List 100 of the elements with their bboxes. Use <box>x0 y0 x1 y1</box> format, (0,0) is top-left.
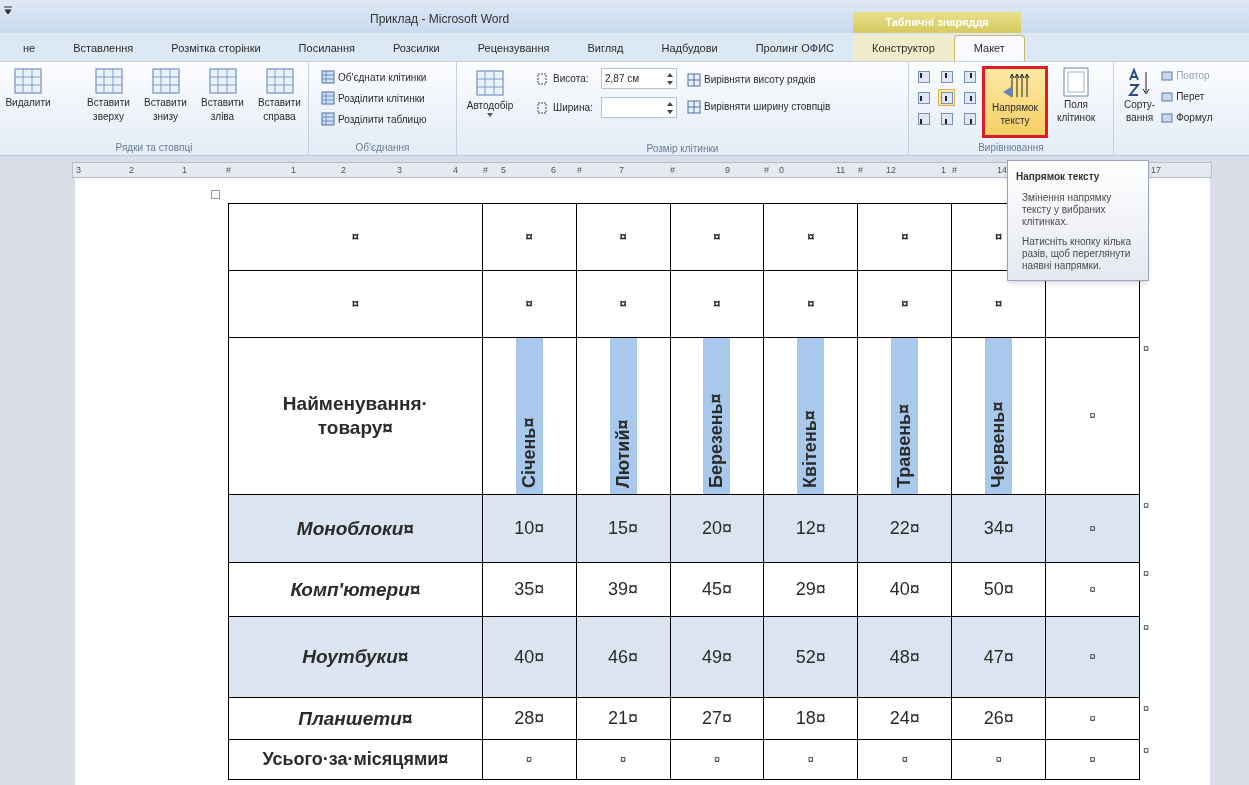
text-direction-button[interactable]: Напрямок тексту <box>982 66 1048 138</box>
align-button[interactable] <box>961 110 978 127</box>
cell-text: 34¤ <box>983 517 1014 540</box>
table-icon <box>475 68 505 98</box>
ribbon-tab[interactable]: Надбудови <box>642 35 737 61</box>
cell-text: Комп'ютери¤ <box>290 577 421 602</box>
cell-text: ¤ <box>1089 752 1096 767</box>
ribbon-button[interactable]: Розділити клітинки <box>321 89 456 107</box>
ruler-label: 2 <box>341 164 346 177</box>
ribbon-item-icon <box>1161 90 1174 103</box>
ruler-label: 1 <box>291 164 296 177</box>
align-button[interactable] <box>961 68 978 85</box>
cell-text: ¤ <box>807 228 815 246</box>
ribbon-tab[interactable]: Розсилки <box>373 35 459 61</box>
month-label: Січень¤ <box>515 338 543 494</box>
cell-text: 47¤ <box>983 645 1014 669</box>
row-end-mark: ¤ <box>1143 341 1150 356</box>
cell-text: 46¤ <box>608 645 639 669</box>
spin-field[interactable]: 2,87 см <box>601 68 677 89</box>
ribbon-button[interactable]: Перет <box>1161 89 1213 104</box>
cell-margins-button[interactable]: Поля клітинок <box>1052 66 1100 141</box>
cell-text: ¤ <box>901 295 909 313</box>
tooltip-title: Напрямок тексту <box>1016 170 1101 184</box>
cell-text: 10¤ <box>514 517 545 540</box>
ruler-label: 12 <box>886 164 896 177</box>
ribbon-tab[interactable]: Розмітка сторінки <box>152 35 280 61</box>
month-label: Лютий¤ <box>609 338 637 494</box>
table-icon <box>687 72 701 87</box>
cell-text: 28¤ <box>514 707 545 730</box>
cell-text: ¤ <box>807 295 815 313</box>
cell-text: 45¤ <box>701 578 732 601</box>
ruler-label: 1 <box>941 164 946 177</box>
ribbon-button[interactable]: Розділити таблицю <box>321 110 456 128</box>
cell-text: 20¤ <box>701 517 732 540</box>
cell-text: ¤ <box>1089 650 1096 664</box>
tooltip-text: Натисніть кнопку кілька разів, щоб переглянути наявні напрямки. <box>1021 236 1132 272</box>
ruler-label: 3 <box>76 164 81 177</box>
ribbon-tab[interactable]: Конструктор <box>853 35 954 61</box>
ruler-label: 6 <box>551 164 556 177</box>
cell-text: ¤ <box>1089 521 1096 536</box>
table-icon <box>13 66 43 96</box>
align-button[interactable] <box>915 110 932 127</box>
month-label: Березень¤ <box>703 338 731 494</box>
ribbon-tab[interactable]: Вставлення <box>54 35 153 61</box>
ribbon-button[interactable]: Видалити <box>0 66 56 141</box>
cell-text: ¤ <box>619 228 627 246</box>
align-button[interactable] <box>938 110 955 127</box>
align-button[interactable] <box>938 68 955 85</box>
autofit-button[interactable]: Автодобір <box>457 68 523 141</box>
row-end-mark: ¤ <box>1143 566 1150 581</box>
ruler-label: # <box>577 164 582 177</box>
cell-text: Найменування·товару¤ <box>281 392 429 440</box>
table-icon <box>207 66 238 96</box>
ribbon-tab[interactable]: не <box>4 35 55 61</box>
cell-text: 40¤ <box>514 645 545 669</box>
align-button[interactable] <box>938 89 955 106</box>
ribbon-button[interactable]: Вставити справа <box>251 66 308 141</box>
ruler-label: # <box>952 164 957 177</box>
table-icon <box>150 66 181 96</box>
ribbon-tab[interactable]: Посилання <box>279 35 374 61</box>
ruler-label: 5 <box>501 164 506 177</box>
align-button[interactable] <box>915 68 932 85</box>
cell-text: ¤ <box>525 228 533 246</box>
spin-arrows-icon <box>667 72 673 85</box>
cell-text: 49¤ <box>701 645 732 669</box>
ruler-label: # <box>670 164 675 177</box>
ribbon-button[interactable]: Об'єднати клітинки <box>321 68 456 86</box>
cell-text: ¤ <box>526 752 533 767</box>
table-icon <box>321 70 335 84</box>
spin-arrows-icon <box>667 101 673 114</box>
align-button[interactable] <box>961 89 978 106</box>
cell-text: Усього·за·місяцями¤ <box>262 748 449 771</box>
align-button[interactable] <box>915 89 932 106</box>
group-label: Розмір клітинки <box>646 141 719 156</box>
ribbon-button[interactable]: Вставити знизу <box>137 66 194 141</box>
quick-access-icon <box>4 6 12 16</box>
table-icon <box>321 91 335 105</box>
ribbon-tab[interactable]: Вигляд <box>568 35 643 61</box>
ribbon-button[interactable]: Формул <box>1161 110 1213 125</box>
ribbon-button[interactable]: Вставити зверху <box>80 66 137 141</box>
spin-field[interactable] <box>601 97 677 118</box>
ribbon-tab[interactable]: Пролинг ОФИС <box>736 35 854 61</box>
ribbon-tab[interactable]: Рецензування <box>458 35 569 61</box>
cell-text: ¤ <box>713 295 721 313</box>
ribbon-button[interactable]: Вставити зліва <box>194 66 251 141</box>
ruler-label: 2 <box>129 164 134 177</box>
cell-text: ¤ <box>619 295 627 313</box>
cell-text: ¤ <box>995 228 1003 246</box>
sort-button[interactable]: Сорту- вання <box>1124 68 1156 155</box>
cell-text: ¤ <box>713 228 721 246</box>
ribbon-button[interactable]: Вирівняти ширину стовпців <box>687 99 831 114</box>
move-handle-icon <box>211 190 220 199</box>
cell-text: 40¤ <box>889 578 920 601</box>
ribbon-button[interactable]: Вирівняти висоту рядків <box>687 72 831 87</box>
ribbon-tab[interactable]: Макет <box>953 35 1025 61</box>
cell-text: ¤ <box>995 295 1003 313</box>
table-icon <box>264 66 295 96</box>
tooltip-text: Змінення напрямку тексту у вибраних клітинках. <box>1021 192 1113 228</box>
cell-text: 29¤ <box>795 578 826 601</box>
size-icon <box>535 71 549 86</box>
